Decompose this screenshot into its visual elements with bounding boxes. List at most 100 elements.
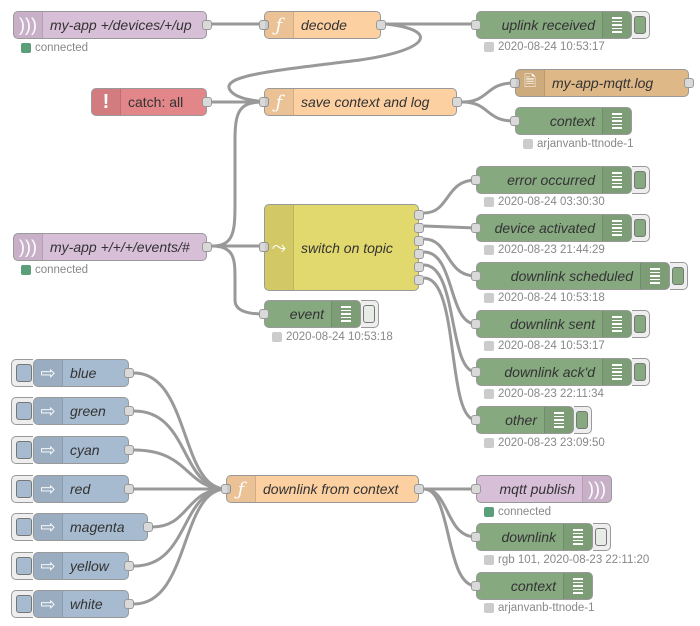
wire (211, 244, 265, 316)
inject-button[interactable] (11, 513, 33, 541)
output-port[interactable] (124, 406, 134, 416)
node-status: connected (21, 264, 88, 276)
debug-list-icon (602, 108, 631, 134)
debug-list-icon (602, 311, 631, 337)
arrow-right-icon: ⇨ (34, 553, 63, 579)
output-port[interactable] (124, 599, 134, 609)
debug-node-device-activated[interactable]: device activated (471, 214, 650, 242)
inject-button[interactable] (11, 475, 33, 503)
inject-button[interactable] (11, 436, 33, 464)
arrow-right-icon: ⇨ (34, 514, 63, 540)
node-label: save context and log (301, 94, 430, 110)
input-port[interactable] (259, 309, 269, 319)
mqtt-in-node-events[interactable]: ))) my-app +/+/+/events/# (13, 233, 212, 261)
debug-toggle-button[interactable] (632, 310, 650, 338)
inject-node-green[interactable]: ⇨ green (11, 397, 134, 425)
output-port-1[interactable] (414, 210, 424, 220)
debug-toggle-button[interactable] (632, 166, 650, 194)
input-port[interactable] (471, 20, 481, 30)
debug-list-icon (563, 524, 592, 550)
output-port-5[interactable] (414, 262, 424, 272)
output-port-6[interactable] (414, 275, 424, 285)
inject-button[interactable] (11, 590, 33, 618)
input-port[interactable] (471, 415, 481, 425)
inject-button[interactable] (11, 397, 33, 425)
debug-node-downlink[interactable]: downlink (471, 523, 611, 551)
output-port[interactable] (124, 445, 134, 455)
input-port[interactable] (471, 319, 481, 329)
inject-node-magenta[interactable]: ⇨ magenta (11, 513, 153, 541)
wire (461, 100, 515, 123)
inject-node-cyan[interactable]: ⇨ cyan (11, 436, 134, 464)
output-port[interactable] (124, 484, 134, 494)
output-port[interactable] (414, 484, 424, 494)
inject-button[interactable] (11, 359, 33, 387)
debug-node-downlink-ackd[interactable]: downlink ack'd (471, 358, 650, 386)
input-port[interactable] (471, 175, 481, 185)
input-port[interactable] (510, 116, 520, 126)
function-icon: ƒ (265, 89, 294, 115)
output-port[interactable] (452, 97, 462, 107)
node-label: cyan (70, 442, 100, 458)
debug-toggle-button[interactable] (632, 214, 650, 242)
output-port[interactable] (202, 20, 212, 30)
mqtt-out-node-publish[interactable]: mqtt publish ))) (471, 475, 612, 503)
function-node-save-context[interactable]: ƒ save context and log (259, 88, 462, 116)
inject-button[interactable] (11, 552, 33, 580)
debug-toggle-button[interactable] (361, 300, 379, 328)
node-status: arjanvanb-ttnode-1 (523, 138, 634, 150)
catch-node[interactable]: ! catch: all (91, 88, 212, 116)
node-label: red (70, 481, 91, 497)
switch-node[interactable]: ⤳ switch on topic (259, 204, 424, 291)
inject-node-red[interactable]: ⇨ red (11, 475, 134, 503)
output-port[interactable] (202, 242, 212, 252)
debug-list-icon (602, 167, 631, 193)
wire (423, 487, 477, 539)
debug-toggle-button[interactable] (574, 406, 592, 434)
wire (423, 487, 477, 588)
output-port[interactable] (684, 78, 694, 88)
inject-node-yellow[interactable]: ⇨ yellow (11, 552, 134, 580)
function-node-downlink-from-context[interactable]: ƒ downlink from context (221, 475, 424, 503)
node-status: connected (484, 506, 551, 518)
input-port[interactable] (471, 581, 481, 591)
node-label: mqtt publish (499, 481, 575, 497)
input-port[interactable] (471, 271, 481, 281)
debug-toggle-button[interactable] (593, 523, 611, 551)
output-port[interactable] (376, 20, 386, 30)
input-port[interactable] (471, 484, 481, 494)
mqtt-in-node-up[interactable]: ))) my-app +/devices/+/up (13, 11, 212, 39)
debug-list-icon (602, 12, 631, 38)
debug-toggle-button[interactable] (632, 11, 650, 39)
file-node-log[interactable]: 🗎 my-app-mqtt.log (510, 69, 694, 97)
debug-node-context-bottom[interactable]: context (471, 572, 593, 600)
function-node-decode[interactable]: ƒ decode (259, 11, 386, 39)
debug-node-error-occurred[interactable]: error occurred (471, 166, 650, 194)
output-port-4[interactable] (414, 249, 424, 259)
debug-toggle-button[interactable] (632, 358, 650, 386)
output-port[interactable] (124, 368, 134, 378)
output-port[interactable] (202, 97, 212, 107)
inject-node-blue[interactable]: ⇨ blue (11, 359, 134, 387)
input-port[interactable] (471, 532, 481, 542)
inject-node-white[interactable]: ⇨ white (11, 590, 134, 618)
input-port[interactable] (471, 367, 481, 377)
debug-node-other[interactable]: other (471, 406, 592, 434)
output-port-3[interactable] (414, 236, 424, 246)
output-port[interactable] (143, 522, 153, 532)
debug-node-uplink-received[interactable]: uplink received (471, 11, 650, 39)
node-status: rgb 101, 2020-08-23 22:11:20 (484, 554, 649, 566)
function-icon: ƒ (265, 12, 294, 38)
node-label: uplink received (501, 17, 595, 33)
output-port[interactable] (124, 561, 134, 571)
debug-node-downlink-sent[interactable]: downlink sent (471, 310, 650, 338)
debug-node-context[interactable]: context (510, 107, 632, 135)
input-port[interactable] (471, 223, 481, 233)
node-label: magenta (70, 519, 125, 535)
debug-node-downlink-scheduled[interactable]: downlink scheduled (471, 262, 688, 290)
debug-toggle-button[interactable] (670, 262, 688, 290)
file-icon: 🗎 (516, 70, 545, 96)
debug-list-icon (544, 407, 573, 433)
output-port-2[interactable] (414, 223, 424, 233)
debug-node-event[interactable]: event (259, 300, 379, 328)
